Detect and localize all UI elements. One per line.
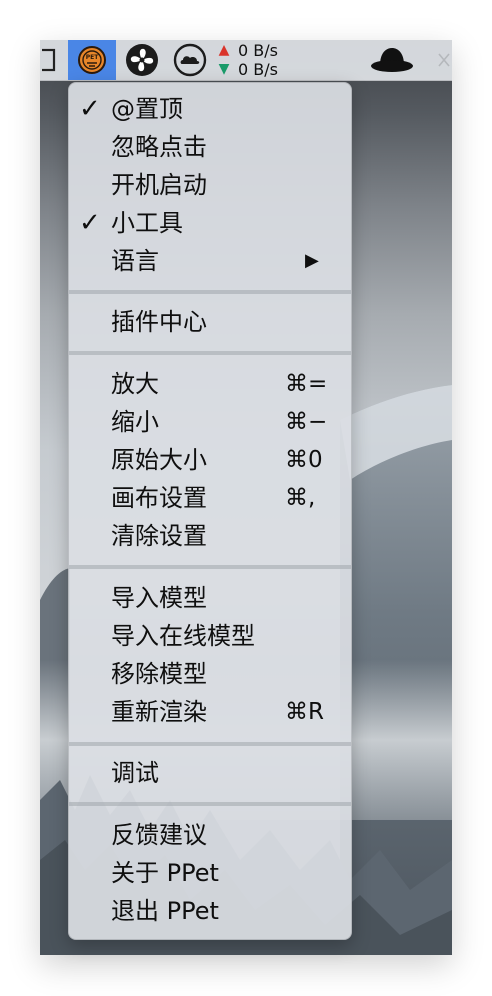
menu-item-import-model[interactable]: 导入模型 xyxy=(69,579,351,617)
menu-item-zoom-out[interactable]: 缩小 ⌘− xyxy=(69,403,351,441)
menu-item-label: 放大 xyxy=(111,370,159,398)
download-speed-value: 0 B/s xyxy=(238,59,278,79)
menu-item-shortcut: ⌘R xyxy=(285,699,324,725)
menu-item-label: 关于 PPet xyxy=(111,859,219,887)
menu-item-label: 调试 xyxy=(111,759,159,787)
menu-item-feedback[interactable]: 反馈建议 xyxy=(69,816,351,854)
down-arrow-icon: ▼ xyxy=(218,61,230,77)
menu-item-remove-model[interactable]: 移除模型 xyxy=(69,655,351,693)
menu-item-shortcut: ⌘0 xyxy=(285,447,323,473)
menu-separator xyxy=(69,351,351,355)
menu-item-label: 插件中心 xyxy=(111,308,207,336)
menu-item-pin-top[interactable]: ✓ @置顶 xyxy=(69,90,351,128)
checkmark-icon: ✓ xyxy=(79,208,101,238)
menu-item-canvas-settings[interactable]: 画布设置 ⌘, xyxy=(69,479,351,517)
submenu-arrow-icon: ▶ xyxy=(305,250,319,271)
upload-speed: ▲ 0 B/s xyxy=(216,40,278,60)
menu-item-label: 小工具 xyxy=(111,209,183,237)
menu-item-label: 退出 PPet xyxy=(111,897,219,925)
cloud-icon[interactable] xyxy=(170,40,210,80)
menu-item-label: 导入在线模型 xyxy=(111,622,255,650)
bowler-hat-icon[interactable] xyxy=(370,40,414,80)
ppet-icon[interactable]: PET xyxy=(68,40,116,80)
menu-item-zoom-in[interactable]: 放大 ⌘= xyxy=(69,365,351,403)
menu-item-shortcut: ⌘, xyxy=(285,485,316,511)
network-speed: ▲ 0 B/s ▼ 0 B/s xyxy=(216,40,296,80)
menu-item-plugin-center[interactable]: 插件中心 xyxy=(69,303,351,341)
menu-separator xyxy=(69,802,351,806)
menu-item-label: 反馈建议 xyxy=(111,821,207,849)
menu-item-widget[interactable]: ✓ 小工具 xyxy=(69,204,351,242)
checkmark-icon: ✓ xyxy=(79,94,101,124)
menu-item-language[interactable]: 语言 ▶ xyxy=(69,242,351,280)
menu-item-import-online-model[interactable]: 导入在线模型 xyxy=(69,617,351,655)
menu-separator xyxy=(69,742,351,746)
menu-item-label: 开机启动 xyxy=(111,171,207,199)
menu-item-ignore-clicks[interactable]: 忽略点击 xyxy=(69,128,351,166)
fan-icon[interactable] xyxy=(120,40,164,80)
menu-item-quit[interactable]: 退出 PPet xyxy=(69,892,351,930)
download-speed: ▼ 0 B/s xyxy=(216,59,278,79)
menu-item-label: 忽略点击 xyxy=(111,133,207,161)
menu-item-label: 原始大小 xyxy=(111,446,207,474)
menu-item-label: 移除模型 xyxy=(111,660,207,688)
up-arrow-icon: ▲ xyxy=(218,42,230,58)
menu-item-launch-at-login[interactable]: 开机启动 xyxy=(69,166,351,204)
menu-item-label: 缩小 xyxy=(111,408,159,436)
svg-text:PET: PET xyxy=(86,54,99,61)
dropdown-menu: ✓ @置顶 忽略点击 开机启动 ✓ 小工具 语言 ▶ 插件中心 放大 ⌘= 缩小… xyxy=(68,82,352,940)
menu-item-shortcut: ⌘− xyxy=(285,409,328,435)
menu-item-actual-size[interactable]: 原始大小 ⌘0 xyxy=(69,441,351,479)
menu-item-debug[interactable]: 调试 xyxy=(69,754,351,792)
upload-speed-value: 0 B/s xyxy=(238,40,278,60)
menu-item-label: 导入模型 xyxy=(111,584,207,612)
menu-item-about[interactable]: 关于 PPet xyxy=(69,854,351,892)
menu-item-label: 重新渲染 xyxy=(111,698,207,726)
window-icon[interactable] xyxy=(40,40,60,80)
menu-item-shortcut: ⌘= xyxy=(285,371,328,397)
menu-item-label: 画布设置 xyxy=(111,484,207,512)
menu-item-rerender[interactable]: 重新渲染 ⌘R xyxy=(69,693,351,731)
menu-item-label: 清除设置 xyxy=(111,522,207,550)
menu-separator xyxy=(69,290,351,294)
close-icon[interactable] xyxy=(436,40,452,80)
menu-item-clear-settings[interactable]: 清除设置 xyxy=(69,517,351,555)
menu-separator xyxy=(69,565,351,569)
menu-item-label: @置顶 xyxy=(111,95,183,123)
menu-item-label: 语言 xyxy=(111,247,159,275)
